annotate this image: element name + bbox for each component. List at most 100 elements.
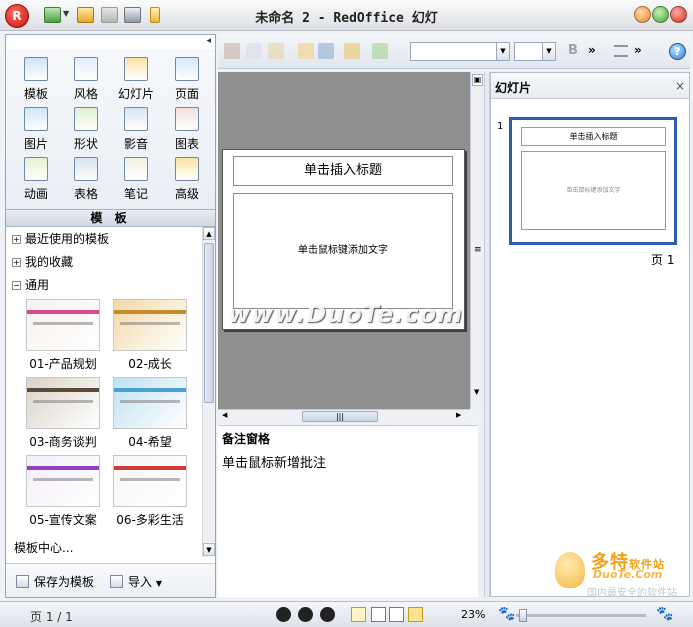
notes-placeholder[interactable]: 单击鼠标新增批注 bbox=[222, 452, 326, 471]
zoom-out-icon[interactable]: 🐾 bbox=[498, 606, 515, 622]
template-scrollbar[interactable]: ▲ ▼ bbox=[202, 227, 215, 557]
normal-view-icon[interactable] bbox=[351, 607, 366, 622]
slides-panel: 幻灯片 × 1 单击插入标题 单击鼠标键添加文字 页 1 bbox=[490, 72, 690, 597]
toolbar-more-button-2[interactable]: » bbox=[634, 43, 642, 57]
template-thumbnail[interactable] bbox=[113, 299, 187, 351]
horizontal-scroll-thumb[interactable]: ||| bbox=[302, 411, 378, 422]
save-as-template-label: 保存为模板 bbox=[34, 575, 95, 589]
slide-sorter-view-icon[interactable] bbox=[389, 607, 404, 622]
save-as-template-button[interactable]: 保存为模板 bbox=[16, 573, 94, 590]
font-size-dropdown-icon[interactable]: ▼ bbox=[542, 42, 556, 61]
tree-node[interactable]: − 通用 bbox=[12, 277, 49, 293]
note-icon bbox=[124, 157, 148, 181]
tree-node[interactable]: + 最近使用的模板 bbox=[12, 231, 109, 247]
slide-edit-area[interactable]: 单击插入标题 单击鼠标键添加文字 bbox=[218, 72, 470, 409]
scroll-thumb[interactable] bbox=[204, 243, 214, 403]
close-button[interactable] bbox=[670, 6, 687, 23]
align-icon[interactable] bbox=[614, 45, 628, 57]
scroll-down-icon[interactable]: ▼ bbox=[203, 543, 215, 556]
cut-icon[interactable] bbox=[224, 43, 240, 59]
collapse-icon[interactable]: − bbox=[12, 281, 21, 290]
minimize-button[interactable] bbox=[634, 6, 651, 23]
chart-icon bbox=[175, 107, 199, 131]
edit-vertical-scrollbar[interactable]: ▣ ≡ ▼ bbox=[470, 72, 484, 409]
font-name-select[interactable] bbox=[410, 42, 510, 61]
tree-node-label: 我的收藏 bbox=[25, 255, 74, 269]
style-icon bbox=[74, 57, 98, 81]
panel-toggle-icon[interactable]: ▣ bbox=[472, 74, 483, 86]
template-label[interactable]: 03-商务谈判 bbox=[18, 433, 108, 450]
import-button[interactable]: 导入 ▼ bbox=[110, 573, 162, 590]
zoom-level: 23% bbox=[461, 608, 486, 621]
category-table[interactable]: 表格 bbox=[61, 157, 111, 203]
help-button[interactable]: ? bbox=[669, 43, 686, 60]
template-label[interactable]: 05-宣传文案 bbox=[18, 511, 108, 528]
play-icon[interactable] bbox=[276, 607, 291, 622]
template-thumbnail[interactable] bbox=[26, 299, 100, 351]
template-label[interactable]: 04-希望 bbox=[105, 433, 195, 450]
category-advanced[interactable]: 高级 bbox=[162, 157, 212, 203]
scroll-up-icon[interactable]: ▲ bbox=[203, 227, 215, 240]
undo-icon[interactable] bbox=[344, 43, 360, 59]
template-label[interactable]: 02-成长 bbox=[105, 355, 195, 372]
zoom-in-icon[interactable]: 🐾 bbox=[656, 606, 673, 622]
scroll-grip-icon[interactable]: ≡ bbox=[474, 245, 482, 255]
close-icon[interactable]: × bbox=[675, 79, 685, 93]
category-page[interactable]: 页面 bbox=[162, 57, 212, 103]
category-animation[interactable]: 动画 bbox=[11, 157, 61, 203]
scroll-down-icon[interactable]: ▼ bbox=[474, 388, 479, 396]
expand-icon[interactable]: + bbox=[12, 235, 21, 244]
zoom-slider[interactable] bbox=[516, 614, 646, 617]
template-center-link[interactable]: 模板中心... bbox=[14, 539, 73, 556]
template-thumbnail[interactable] bbox=[113, 377, 187, 429]
tree-node-label: 通用 bbox=[25, 278, 50, 292]
shape-icon bbox=[74, 107, 98, 131]
find-icon[interactable] bbox=[318, 43, 334, 59]
slideshow-icon[interactable] bbox=[320, 607, 335, 622]
collapse-panel-icon[interactable]: ◂ bbox=[206, 36, 211, 46]
redo-icon[interactable] bbox=[372, 43, 388, 59]
thumbnail-title-line bbox=[33, 478, 93, 481]
copy-icon[interactable] bbox=[246, 43, 262, 59]
category-note[interactable]: 笔记 bbox=[111, 157, 161, 203]
scroll-left-icon[interactable]: ◀ bbox=[222, 411, 227, 419]
category-slide[interactable]: 幻灯片 bbox=[111, 57, 161, 103]
outline-view-icon[interactable] bbox=[371, 607, 386, 622]
category-chart[interactable]: 图表 bbox=[162, 107, 212, 153]
template-thumbnail[interactable] bbox=[113, 455, 187, 507]
font-name-dropdown-icon[interactable]: ▼ bbox=[496, 42, 510, 61]
bold-button[interactable]: B bbox=[568, 43, 578, 58]
zoom-slider-handle[interactable] bbox=[519, 609, 527, 622]
category-media[interactable]: 影音 bbox=[111, 107, 161, 153]
template-label[interactable]: 06-多彩生活 bbox=[105, 511, 195, 528]
toolbar-more-button[interactable]: » bbox=[588, 43, 596, 57]
tree-node-label: 最近使用的模板 bbox=[25, 232, 110, 246]
maximize-button[interactable] bbox=[652, 6, 669, 23]
body-placeholder[interactable]: 单击鼠标键添加文字 bbox=[233, 193, 453, 309]
category-style[interactable]: 风格 bbox=[61, 57, 111, 103]
notes-view-icon[interactable] bbox=[408, 607, 423, 622]
tree-node[interactable]: + 我的收藏 bbox=[12, 254, 73, 270]
expand-icon[interactable]: + bbox=[12, 258, 21, 267]
category-label: 高级 bbox=[174, 187, 199, 201]
edit-horizontal-scrollbar[interactable]: ◀ ||| ▶ bbox=[218, 409, 470, 423]
category-grid: 模板 风格 幻灯片 页面图片 形状 影音 图表动画 表格 笔记 高级 bbox=[6, 49, 215, 209]
category-template[interactable]: 模板 bbox=[11, 57, 61, 103]
paste-icon[interactable] bbox=[268, 43, 284, 59]
format-paintbrush-icon[interactable] bbox=[298, 43, 314, 59]
thumbnail-accent bbox=[27, 388, 99, 392]
template-icon bbox=[24, 57, 48, 81]
template-tree: + 最近使用的模板 + 我的收藏 − 通用 01-产品规划 02-成长 03-商务谈判 04-希望… bbox=[6, 227, 202, 557]
slide-thumbnail[interactable]: 单击插入标题 单击鼠标键添加文字 bbox=[509, 117, 677, 245]
category-label: 图片 bbox=[23, 137, 48, 151]
category-picture[interactable]: 图片 bbox=[11, 107, 61, 153]
picture-icon bbox=[24, 107, 48, 131]
rehearse-icon[interactable] bbox=[298, 607, 313, 622]
template-thumbnail[interactable] bbox=[26, 377, 100, 429]
category-shape[interactable]: 形状 bbox=[61, 107, 111, 153]
template-label[interactable]: 01-产品规划 bbox=[18, 355, 108, 372]
title-placeholder[interactable]: 单击插入标题 bbox=[233, 156, 453, 186]
notes-pane[interactable]: 备注窗格 单击鼠标新增批注 bbox=[218, 425, 484, 597]
template-thumbnail[interactable] bbox=[26, 455, 100, 507]
scroll-right-icon[interactable]: ▶ bbox=[456, 411, 461, 419]
